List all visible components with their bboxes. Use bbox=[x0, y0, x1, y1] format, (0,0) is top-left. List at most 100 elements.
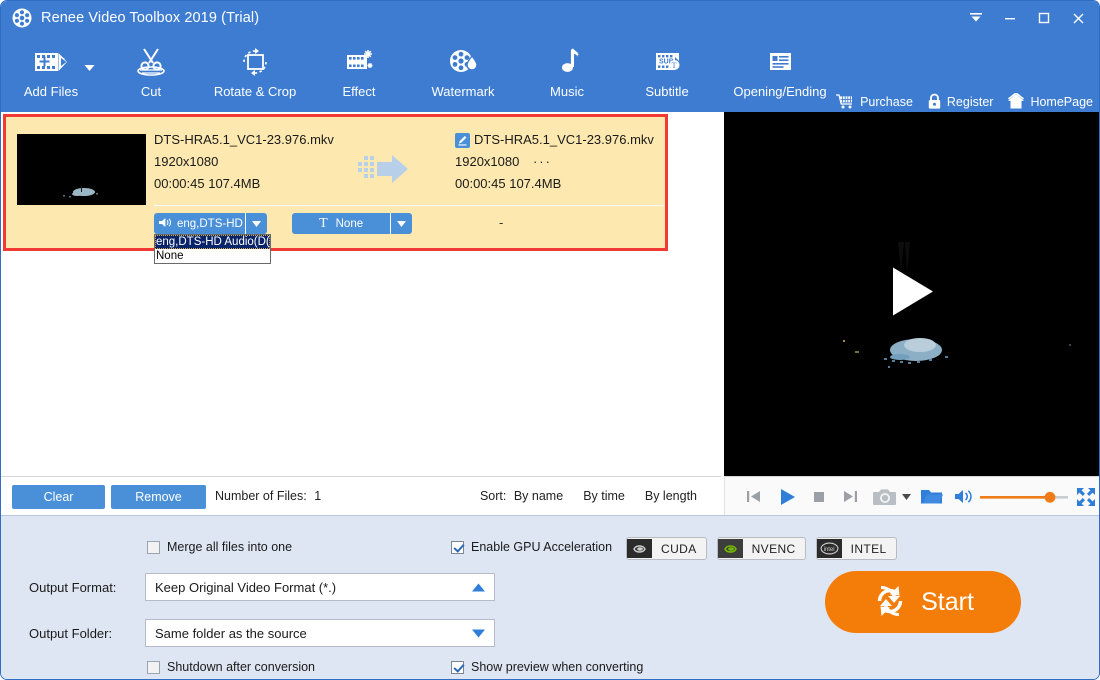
video-preview[interactable] bbox=[724, 112, 1099, 476]
toolbar-label: Rotate & Crop bbox=[213, 84, 297, 99]
close-button[interactable] bbox=[1061, 3, 1095, 33]
show-preview-checkbox-row[interactable]: Show preview when converting bbox=[451, 660, 643, 674]
show-preview-checkbox[interactable] bbox=[451, 660, 464, 674]
sort-by-length[interactable]: By length bbox=[645, 489, 697, 503]
fullscreen-arrows-icon[interactable] bbox=[1069, 477, 1099, 516]
application-window: Renee Video Toolbox 2019 (Trial) Add Fil… bbox=[0, 0, 1100, 680]
play-triangle-icon[interactable] bbox=[890, 266, 936, 323]
effect-icon bbox=[341, 41, 377, 83]
sort-label-group: Sort: By name bbox=[480, 489, 563, 503]
sort-by-time[interactable]: By time bbox=[583, 489, 625, 503]
output-format-label: Output Format: bbox=[29, 580, 117, 595]
register-link[interactable]: Register bbox=[927, 93, 993, 110]
shutdown-checkbox[interactable] bbox=[147, 660, 160, 674]
toolbar-links: Purchase Register HomePage bbox=[836, 93, 1093, 110]
dropdown-option[interactable]: eng,DTS-HD Audio(D( bbox=[155, 235, 270, 249]
video-thumbnail bbox=[17, 134, 146, 205]
stop-square-icon[interactable] bbox=[803, 477, 834, 516]
toolbar-item-watermark[interactable]: Watermark bbox=[409, 35, 517, 118]
merge-files-checkbox-row[interactable]: Merge all files into one bbox=[147, 540, 292, 554]
chevron-down-icon[interactable] bbox=[472, 626, 485, 641]
subtitle-track-value: None bbox=[335, 217, 364, 230]
play-icon[interactable] bbox=[770, 477, 803, 516]
chevron-down-icon[interactable] bbox=[900, 477, 914, 516]
camera-icon[interactable] bbox=[871, 477, 900, 516]
title-bar: Renee Video Toolbox 2019 (Trial) bbox=[1, 1, 1099, 35]
gpu-badge-intel[interactable]: intel INTEL bbox=[815, 537, 897, 560]
audio-track-combo[interactable]: eng,DTS-HD A bbox=[154, 213, 267, 234]
output-format-select[interactable]: Keep Original Video Format (*.) bbox=[145, 573, 495, 601]
toolbar-item-rotate-crop[interactable]: Rotate & Crop bbox=[201, 35, 309, 118]
destination-filename: DTS-HRA5.1_VC1-23.976.mkv bbox=[474, 132, 654, 147]
toolbar-item-music[interactable]: Music bbox=[517, 35, 617, 118]
audio-track-dropdown-list[interactable]: eng,DTS-HD Audio(D( None bbox=[154, 234, 271, 264]
sort-by-name[interactable]: By name bbox=[514, 489, 563, 503]
window-title: Renee Video Toolbox 2019 (Trial) bbox=[41, 10, 260, 26]
output-folder-select[interactable]: Same folder as the source bbox=[145, 619, 495, 647]
subtitle-track-caret[interactable] bbox=[390, 213, 412, 234]
table-row[interactable]: DTS-HRA5.1_VC1-23.976.mkv 1920x1080 00:0… bbox=[6, 117, 665, 264]
output-format-value: Keep Original Video Format (*.) bbox=[155, 579, 337, 595]
gpu-acceleration-checkbox[interactable] bbox=[451, 540, 464, 554]
toolbar-item-subtitle[interactable]: SUB T Subtitle bbox=[617, 35, 717, 118]
speaker-icon bbox=[159, 217, 172, 231]
purchase-label: Purchase bbox=[860, 94, 913, 109]
minimize-button[interactable] bbox=[993, 3, 1027, 33]
gpu-badge-cuda[interactable]: CUDA bbox=[626, 537, 707, 560]
audio-track-value: eng,DTS-HD A bbox=[177, 217, 245, 230]
volume-slider[interactable] bbox=[980, 477, 1069, 516]
gpu-acceleration-checkbox-row[interactable]: Enable GPU Acceleration bbox=[451, 540, 612, 554]
homepage-label: HomePage bbox=[1030, 94, 1093, 109]
source-filename: DTS-HRA5.1_VC1-23.976.mkv bbox=[154, 132, 334, 147]
toolbar-label: Cut bbox=[140, 84, 162, 99]
toolbar-label: Add Files bbox=[23, 84, 79, 99]
minimize-to-tray-button[interactable] bbox=[959, 3, 993, 33]
dropdown-option[interactable]: None bbox=[155, 249, 270, 263]
toolbar-item-add-files[interactable]: Add Files bbox=[1, 35, 101, 118]
destination-duration-size: 00:00:45 107.4MB bbox=[455, 176, 562, 191]
chevron-up-icon[interactable] bbox=[472, 580, 485, 595]
toolbar-label: Watermark bbox=[431, 84, 495, 99]
audio-track-caret[interactable] bbox=[245, 213, 267, 234]
subtitle-track-combo[interactable]: T None bbox=[292, 213, 412, 234]
destination-more-ellipsis[interactable]: ··· bbox=[533, 154, 552, 169]
nvidia-logo-icon bbox=[717, 539, 743, 558]
skip-previous-icon[interactable] bbox=[737, 477, 770, 516]
start-button[interactable]: Start bbox=[825, 571, 1021, 633]
convert-arrow-icon bbox=[358, 155, 420, 188]
toolbar-item-effect[interactable]: Effect bbox=[309, 35, 409, 118]
film-reel-icon bbox=[11, 7, 33, 29]
remove-button[interactable]: Remove bbox=[111, 485, 206, 509]
output-folder-value: Same folder as the source bbox=[155, 625, 307, 641]
source-duration-size: 00:00:45 107.4MB bbox=[154, 176, 261, 191]
skip-next-icon[interactable] bbox=[834, 477, 867, 516]
number-of-files-label: Number of Files: bbox=[215, 489, 307, 503]
maximize-button[interactable] bbox=[1027, 3, 1061, 33]
player-controls bbox=[724, 476, 1099, 516]
folder-icon[interactable] bbox=[914, 477, 949, 516]
third-column-value: - bbox=[499, 215, 504, 230]
purchase-link[interactable]: Purchase bbox=[836, 94, 913, 109]
nvidia-logo-icon bbox=[627, 539, 652, 558]
file-list: DTS-HRA5.1_VC1-23.976.mkv 1920x1080 00:0… bbox=[1, 112, 721, 476]
homepage-link[interactable]: HomePage bbox=[1007, 93, 1093, 110]
gpu-badge-nvenc[interactable]: NVENC bbox=[716, 537, 806, 560]
start-label: Start bbox=[921, 587, 974, 616]
subtitle-icon: SUB T bbox=[649, 41, 685, 83]
toolbar-item-opening-ending[interactable]: Opening/Ending bbox=[717, 35, 843, 118]
chevron-down-icon[interactable] bbox=[84, 59, 95, 77]
toolbar-item-cut[interactable]: Cut bbox=[101, 35, 201, 118]
pencil-edit-icon[interactable] bbox=[455, 132, 470, 148]
lock-icon bbox=[928, 93, 941, 109]
number-of-files: Number of Files: 1 bbox=[215, 489, 321, 503]
sort-controls: Sort: By name By time By length bbox=[480, 489, 697, 503]
toolbar-label: Opening/Ending bbox=[733, 84, 827, 99]
merge-files-label: Merge all files into one bbox=[167, 540, 293, 554]
music-note-icon bbox=[552, 41, 582, 83]
clear-button[interactable]: Clear bbox=[12, 485, 105, 509]
toolbar-label: Effect bbox=[342, 84, 376, 99]
destination-file-info: DTS-HRA5.1_VC1-23.976.mkv 1920x1080 ··· … bbox=[455, 129, 654, 195]
shutdown-checkbox-row[interactable]: Shutdown after conversion bbox=[147, 660, 315, 674]
speaker-icon[interactable] bbox=[949, 477, 980, 516]
merge-files-checkbox[interactable] bbox=[147, 540, 160, 554]
